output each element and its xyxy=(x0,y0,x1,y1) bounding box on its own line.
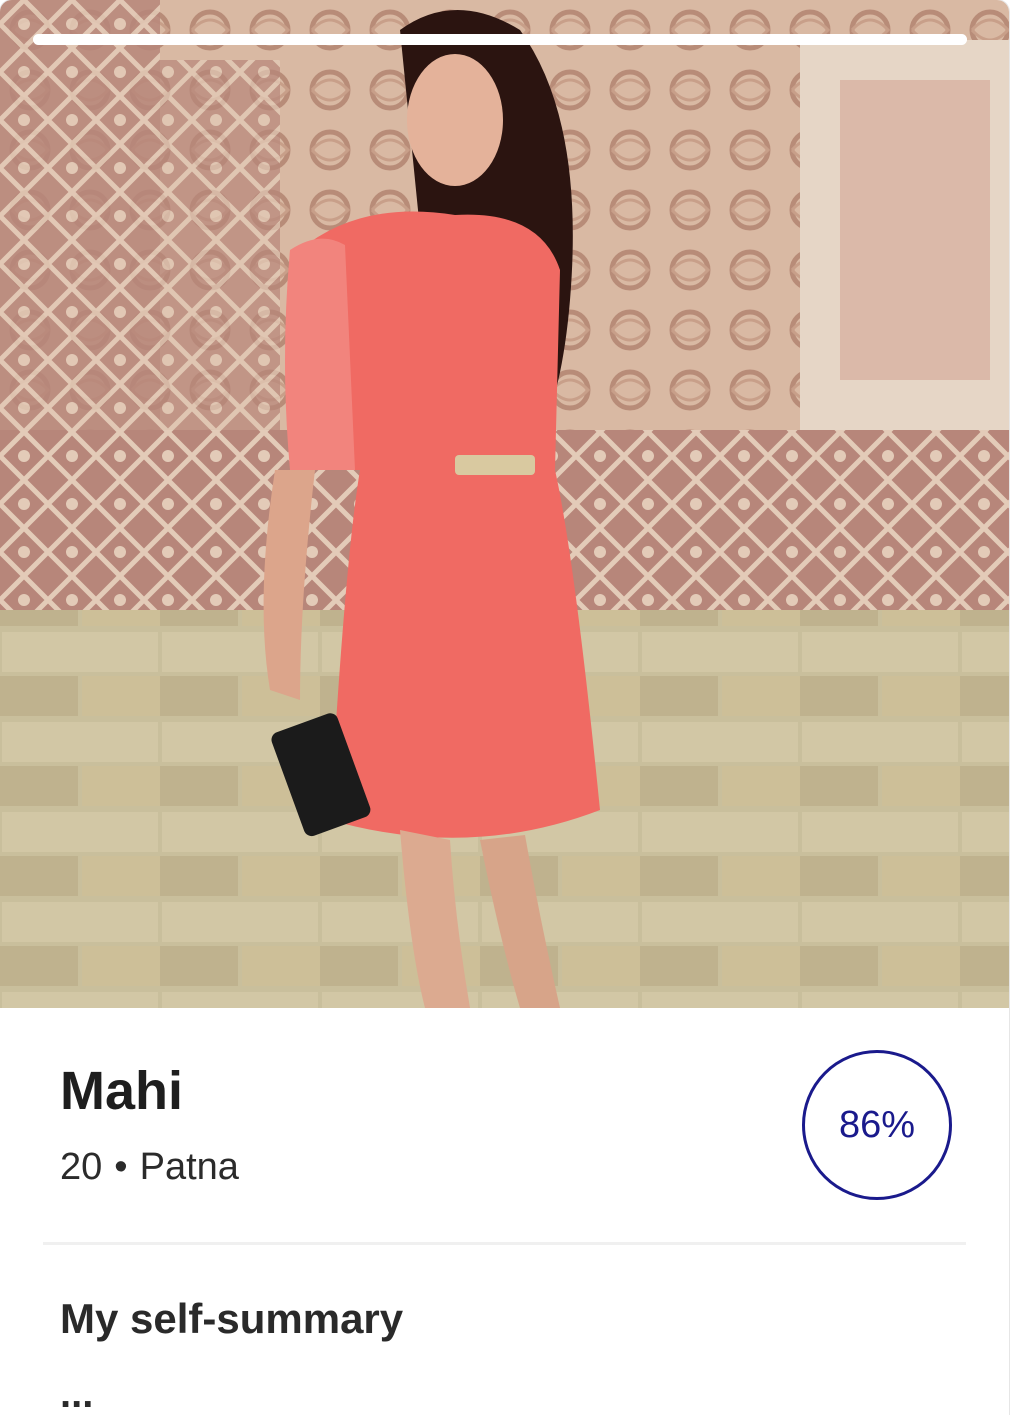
profile-info: Mahi 20 • Patna 86% My self-summary ... xyxy=(0,1008,1009,1415)
profile-meta: 20 • Patna xyxy=(60,1148,239,1186)
profile-photo-image xyxy=(0,0,1009,1008)
separator-dot: • xyxy=(114,1146,128,1188)
profile-name: Mahi xyxy=(60,1061,184,1121)
divider xyxy=(43,1242,966,1245)
profile-card[interactable]: Mahi 20 • Patna 86% My self-summary ... xyxy=(0,0,1009,1415)
match-percentage: 86% xyxy=(838,1103,916,1146)
profile-photo[interactable] xyxy=(0,0,1009,1008)
photo-progress-bar xyxy=(33,34,967,45)
profile-age: 20 xyxy=(60,1146,103,1188)
photo-progress-fill xyxy=(33,34,967,45)
self-summary-heading: My self-summary xyxy=(60,1295,404,1342)
self-summary-text: ... xyxy=(60,1372,94,1415)
match-percentage-badge[interactable]: 86% xyxy=(802,1050,952,1200)
profile-location: Patna xyxy=(139,1146,239,1188)
